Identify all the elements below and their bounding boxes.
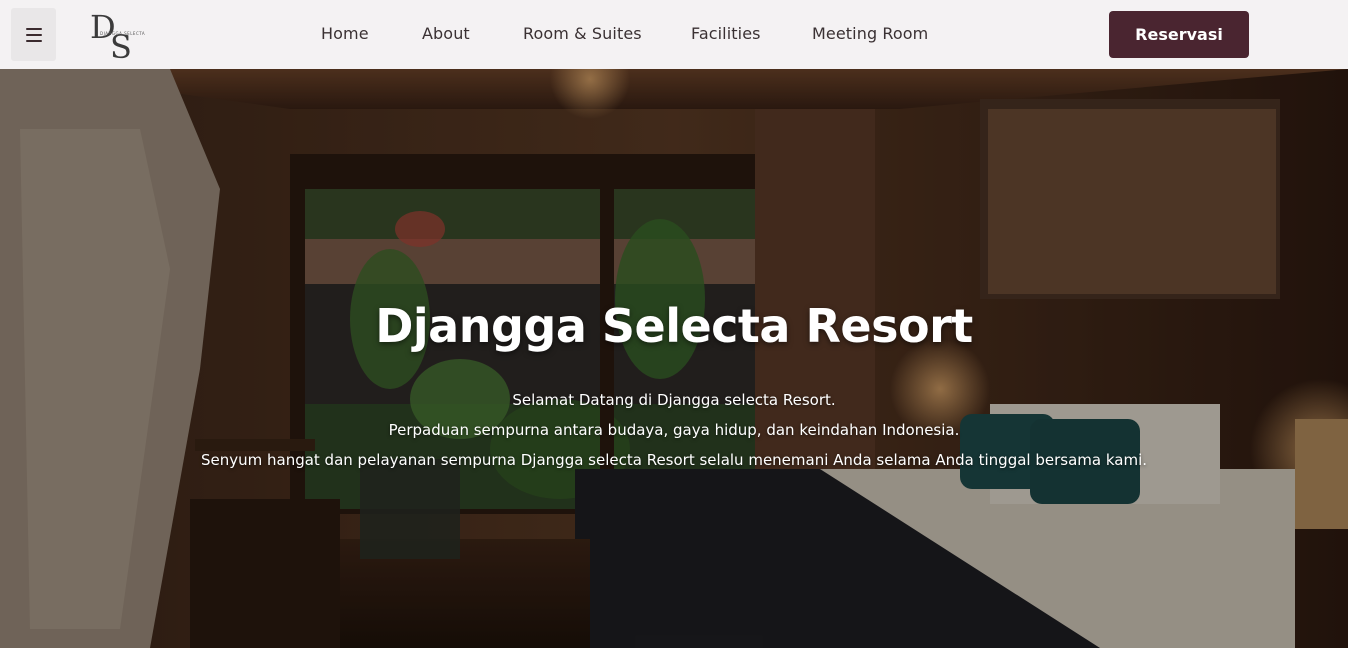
hero-welcome-text: Selamat Datang di Djangga selecta Resort… xyxy=(512,391,836,409)
hero-tagline-text: Perpaduan sempurna antara budaya, gaya h… xyxy=(388,421,960,439)
hero-title: Djangga Selecta Resort xyxy=(375,299,973,353)
nav-link-meeting-room[interactable]: Meeting Room xyxy=(812,24,928,43)
reservasi-button[interactable]: Reservasi xyxy=(1109,11,1249,58)
hero-description-text: Senyum hangat dan pelayanan sempurna Dja… xyxy=(200,451,1148,469)
nav-link-room-suites[interactable]: Room & Suites xyxy=(523,24,642,43)
nav-link-about[interactable]: About xyxy=(422,24,470,43)
hero-dark-overlay xyxy=(0,69,1348,648)
nav-link-home[interactable]: Home xyxy=(321,24,369,43)
nav-link-facilities[interactable]: Facilities xyxy=(691,24,761,43)
navbar: D S DJANGGA SELECTA Home About Room & Su… xyxy=(0,0,1348,69)
hero-section: Djangga Selecta Resort Selamat Datang di… xyxy=(0,69,1348,648)
